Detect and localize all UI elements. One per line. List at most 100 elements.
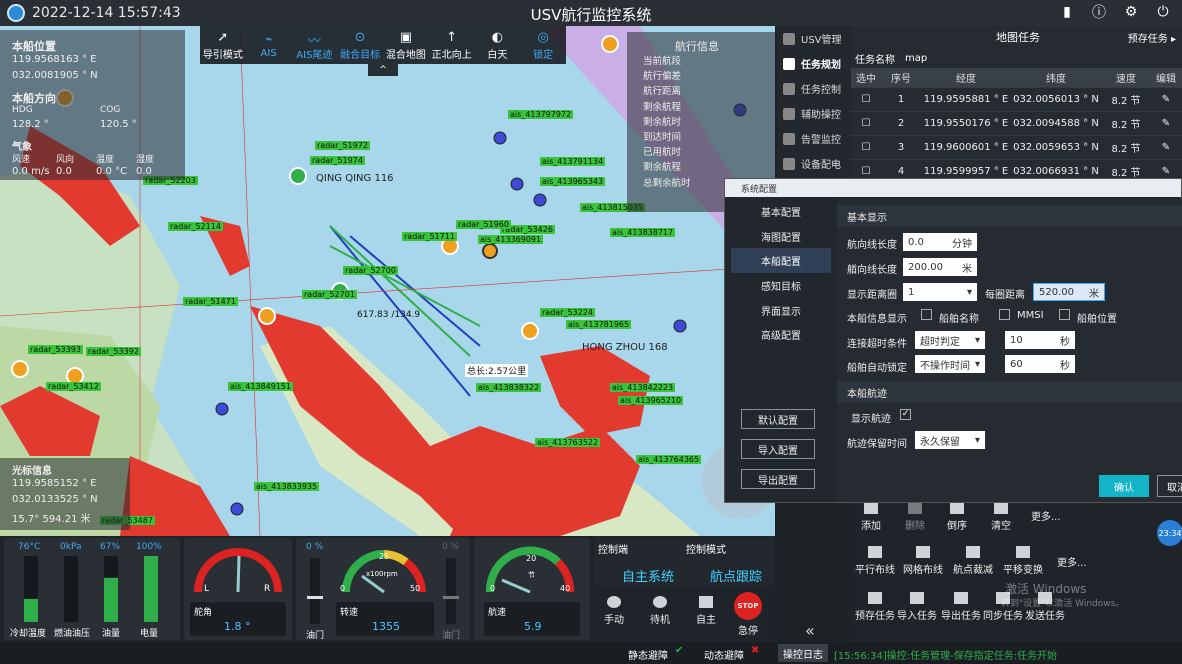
row-checkbox[interactable]: ☐: [851, 166, 881, 177]
row-checkbox[interactable]: ☐: [851, 118, 881, 129]
map-target-label[interactable]: radar_51974: [310, 156, 365, 165]
nav-alarm-monitor[interactable]: 告警监控: [777, 126, 851, 151]
map-target-label[interactable]: radar_51711: [402, 232, 457, 241]
reverse-button[interactable]: 倒序: [947, 502, 967, 532]
parallel-route-button[interactable]: 平行布线: [855, 546, 895, 576]
map-target-label[interactable]: radar_51471: [183, 297, 238, 306]
map-target-label[interactable]: ais_413965210: [618, 396, 684, 405]
map-target-label[interactable]: ais_413763522: [535, 438, 601, 447]
table-row[interactable]: ☐ 2 119.9550176 ° E 032.0094588 ° N 8.2 节 ✎: [851, 112, 1182, 136]
ring-distance-input[interactable]: 520.00 米: [1033, 283, 1105, 301]
map-target-label[interactable]: ais_413838717: [610, 228, 676, 237]
map-target-label[interactable]: ais_413369091: [478, 235, 544, 244]
toolbar-lock[interactable]: ◎ 锁定: [520, 26, 566, 64]
heading-line-input[interactable]: 200.00 米: [903, 258, 977, 276]
map-target-label[interactable]: radar_53224: [540, 308, 595, 317]
clock-badge[interactable]: 23:34: [1157, 520, 1182, 546]
confirm-button[interactable]: 确认: [1099, 475, 1149, 497]
cancel-button[interactable]: 取消: [1157, 475, 1182, 497]
map-target-label[interactable]: ais_413764365: [636, 455, 702, 464]
info-icon[interactable]: ⓘ: [1090, 3, 1108, 21]
clear-button[interactable]: 清空: [991, 502, 1011, 532]
nav-task-control[interactable]: 任务控制: [777, 76, 851, 101]
edit-icon[interactable]: ✎: [1151, 166, 1181, 177]
config-tab-advanced[interactable]: 高级配置: [731, 322, 831, 347]
nav-usv-management[interactable]: USV管理: [777, 26, 851, 51]
table-row[interactable]: ☐ 1 119.9595881 ° E 032.0056013 ° N 8.2 节 ✎: [851, 88, 1182, 112]
export-config-button[interactable]: 导出配置: [741, 469, 815, 489]
map-target-label[interactable]: ais_413781965: [566, 320, 632, 329]
edit-icon[interactable]: ✎: [1151, 118, 1181, 129]
course-line-input[interactable]: 0.0 分钟: [903, 233, 977, 251]
delete-button[interactable]: 删除: [905, 502, 925, 532]
toolbar-ais[interactable]: ⌁ AIS: [246, 26, 292, 64]
nav-assist-control[interactable]: 辅助操控: [777, 101, 851, 126]
toolbar-guide-mode[interactable]: ➚ 导引模式: [200, 26, 246, 64]
toolbar-fusion-target[interactable]: ⊙ 融合目标: [337, 26, 383, 64]
config-tab-chart[interactable]: 海图配置: [731, 224, 831, 249]
auto-button[interactable]: 自主: [696, 596, 716, 626]
preset-task-tool[interactable]: 预存任务: [855, 592, 895, 622]
config-tab-display[interactable]: 界面显示: [731, 298, 831, 323]
add-button[interactable]: 添加: [861, 502, 881, 532]
row-checkbox[interactable]: ☐: [851, 142, 881, 153]
nav-task-planning[interactable]: 任务规划: [777, 51, 851, 76]
ship-position-checkbox[interactable]: [1059, 309, 1070, 320]
map-target-label[interactable]: radar_53412: [46, 382, 101, 391]
config-tab-basic[interactable]: 基本配置: [731, 199, 831, 224]
mmsi-checkbox[interactable]: [999, 309, 1010, 320]
map-target-label[interactable]: radar_52700: [343, 266, 398, 275]
task-name-input[interactable]: map: [905, 53, 927, 64]
show-track-checkbox[interactable]: ✓: [900, 409, 911, 420]
map-target-label[interactable]: radar_52114: [168, 222, 223, 231]
gear-icon[interactable]: ⚙: [1122, 3, 1140, 21]
collapse-left-icon[interactable]: «: [805, 621, 815, 640]
export-task-button[interactable]: 导出任务: [941, 592, 981, 622]
map-target-label[interactable]: ais_413833935: [254, 482, 320, 491]
map-target-label[interactable]: ais_413797972: [508, 110, 574, 119]
map-target-label[interactable]: radar_51960: [456, 220, 511, 229]
edit-icon[interactable]: ✎: [1151, 142, 1181, 153]
default-config-button[interactable]: 默认配置: [741, 409, 815, 429]
power-icon[interactable]: ⏻: [1154, 3, 1172, 21]
map-target-label[interactable]: ais_413838322: [476, 383, 542, 392]
control-log-tab[interactable]: 操控日志: [778, 644, 828, 662]
auto-lock-select[interactable]: 不操作时间 ▾: [915, 355, 985, 373]
toolbar-daytime[interactable]: ◐ 白天: [475, 26, 521, 64]
map-target-label[interactable]: radar_52701: [302, 290, 357, 299]
ship-name-checkbox[interactable]: [921, 309, 932, 320]
dynamic-avoid-x-icon[interactable]: ✖: [751, 645, 759, 656]
map-target-label[interactable]: radar_53392: [86, 347, 141, 356]
map-target-label[interactable]: ais_413842223: [610, 383, 676, 392]
import-config-button[interactable]: 导入配置: [741, 439, 815, 459]
more-button-2[interactable]: 更多...: [1057, 554, 1087, 569]
nav-power-distribution[interactable]: 设备配电: [777, 151, 851, 176]
edit-icon[interactable]: ✎: [1151, 94, 1181, 105]
waypoint-trim-button[interactable]: 航点裁减: [953, 546, 993, 576]
map-target-label[interactable]: ais_413791134: [540, 157, 606, 166]
config-tab-own-ship[interactable]: 本船配置: [731, 248, 831, 274]
map-target-label[interactable]: ais_413849151: [228, 382, 294, 391]
timeout-select[interactable]: 超时判定 ▾: [915, 331, 985, 349]
grid-route-button[interactable]: 网格布线: [903, 546, 943, 576]
range-ring-select[interactable]: 1 ▾: [903, 283, 977, 301]
translate-button[interactable]: 平移变换: [1003, 546, 1043, 576]
config-tab-targets[interactable]: 感知目标: [731, 273, 831, 298]
preset-task-button[interactable]: 预存任务 ▸: [1128, 30, 1176, 45]
standby-button[interactable]: 待机: [650, 596, 670, 626]
throttle2-slider[interactable]: [443, 558, 459, 624]
toolbar-ais-trail[interactable]: 〰 AIS尾迹: [292, 26, 338, 64]
toolbar-hybrid-map[interactable]: ▣ 混合地图: [383, 26, 429, 64]
more-button-1[interactable]: 更多...: [1031, 508, 1061, 523]
toolbar-collapse-button[interactable]: ^: [368, 64, 398, 76]
track-time-select[interactable]: 永久保留 ▾: [915, 431, 985, 449]
throttle-slider[interactable]: [307, 558, 323, 624]
map-target-label[interactable]: ais_413965343: [540, 177, 606, 186]
row-checkbox[interactable]: ☐: [851, 94, 881, 105]
manual-button[interactable]: 手动: [604, 596, 624, 626]
map-target-label[interactable]: radar_51972: [315, 141, 370, 150]
timeout-seconds-input[interactable]: 10 秒: [1005, 331, 1075, 349]
static-avoid-check-icon[interactable]: ✔: [675, 645, 683, 656]
emergency-stop-button[interactable]: STOP 急停: [734, 592, 762, 637]
toolbar-north-up[interactable]: ↑ 正北向上: [429, 26, 475, 64]
